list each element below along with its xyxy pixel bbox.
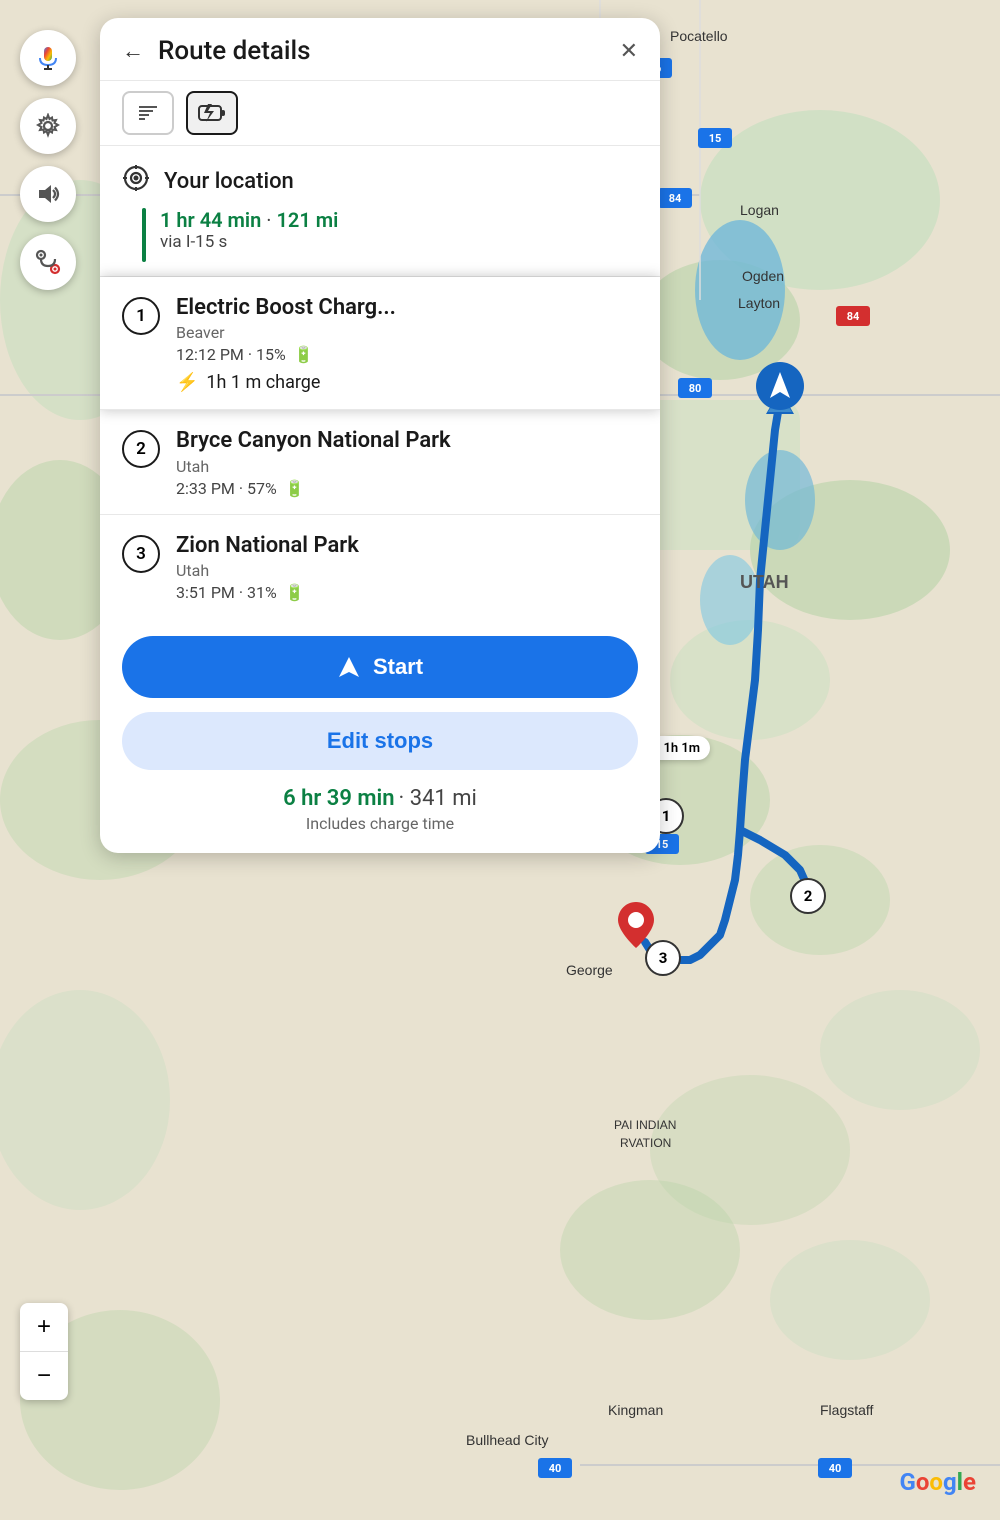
map-label-layton: Layton: [738, 295, 780, 311]
google-logo: Google: [900, 1468, 977, 1496]
map-label-bullhead: Bullhead City: [466, 1432, 549, 1448]
hw-badge-40-left: 40: [538, 1458, 572, 1478]
close-icon: ✕: [620, 38, 638, 63]
stop-number-3: 3: [122, 535, 160, 573]
volume-icon: [35, 181, 61, 207]
stop-item-1: 1 Electric Boost Charg... Beaver 12:12 P…: [100, 277, 660, 410]
charge-row-1: ⚡ 1h 1 m charge: [176, 372, 638, 393]
hw-badge-84-right: 84: [836, 306, 870, 326]
hw-badge-15-top: 15: [698, 128, 732, 148]
stop-sub-1: Beaver: [176, 323, 638, 342]
close-button[interactable]: ✕: [620, 38, 638, 64]
stop-sub-3: Utah: [176, 561, 638, 580]
panel-title: Route details: [158, 36, 620, 66]
toolbar: [100, 81, 660, 146]
hw-badge-84-left: 84: [658, 188, 692, 208]
edit-stops-button[interactable]: Edit stops: [122, 712, 638, 770]
nav-arrow: [756, 362, 804, 410]
total-info: 6 hr 39 min · 341 mi Includes charge tim…: [122, 786, 638, 833]
route-time: 1 hr 44 min · 121 mi: [160, 208, 338, 232]
stop-detail-1: 12:12 PM · 15% 🔋: [176, 345, 638, 364]
gear-icon: [35, 113, 61, 139]
microphone-button[interactable]: [20, 30, 76, 86]
route-button[interactable]: [20, 234, 76, 290]
map-label-ogden: Ogden: [742, 268, 784, 284]
map-label-george: George: [566, 962, 613, 978]
location-dot-icon: [122, 164, 150, 198]
destination-pin: [616, 900, 656, 950]
route-line-indicator: [142, 208, 146, 262]
your-location-label: Your location: [164, 169, 294, 194]
panel-header: ← Route details ✕: [100, 18, 660, 81]
start-button[interactable]: Start: [122, 636, 638, 698]
bottom-actions: Start Edit stops 6 hr 39 min · 341 mi In…: [100, 618, 660, 853]
ev-icon: [198, 102, 226, 124]
zoom-out-button[interactable]: −: [20, 1352, 68, 1400]
zoom-in-button[interactable]: +: [20, 1303, 68, 1351]
stop-name-2: Bryce Canyon National Park: [176, 428, 638, 454]
your-location-section: Your location 1 hr 44 min · 121 mi via I…: [100, 146, 660, 277]
stop-item-2: 2 Bryce Canyon National Park Utah 2:33 P…: [100, 410, 660, 514]
total-dist: · 341 mi: [398, 786, 476, 811]
stop-number-1: 1: [122, 297, 160, 335]
filter-button[interactable]: [122, 91, 174, 135]
route-icon: [34, 248, 62, 276]
volume-button[interactable]: [20, 166, 76, 222]
stop-number-2: 2: [122, 430, 160, 468]
microphone-icon: [35, 45, 61, 71]
back-arrow-icon: ←: [122, 38, 144, 63]
charge-text-1: 1h 1 m charge: [206, 372, 320, 393]
includes-charge-text: Includes charge time: [122, 814, 638, 833]
zoom-controls: + −: [20, 1303, 68, 1400]
map-marker-2: 2: [790, 878, 826, 914]
stop-sub-2: Utah: [176, 457, 638, 476]
total-time: 6 hr 39 min: [283, 786, 394, 811]
bolt-icon-1: ⚡: [176, 372, 198, 393]
back-button[interactable]: ←: [122, 38, 144, 64]
stop-name-1: Electric Boost Charg...: [176, 295, 638, 321]
map-label-utah: UTAH: [740, 572, 789, 593]
stop-item-3: 3 Zion National Park Utah 3:51 PM · 31% …: [100, 515, 660, 618]
map-label-pai1: PAI INDIAN: [614, 1118, 676, 1132]
route-via: via I-15 s: [160, 232, 338, 252]
filter-icon: [136, 101, 160, 125]
map-label-pai2: RVATION: [620, 1136, 671, 1150]
map-label-logan: Logan: [740, 202, 779, 218]
map-label-pocatello: Pocatello: [670, 28, 728, 44]
hw-badge-80-right: 80: [678, 378, 712, 398]
stop-detail-3: 3:51 PM · 31% 🔋: [176, 583, 638, 602]
route-details-panel: ← Route details ✕: [100, 18, 660, 853]
stop-name-3: Zion National Park: [176, 533, 638, 559]
map-label-kingman: Kingman: [608, 1402, 663, 1418]
hw-badge-40-right: 40: [818, 1458, 852, 1478]
map-label-flagstaff: Flagstaff: [820, 1402, 873, 1418]
ev-filter-button[interactable]: [186, 91, 238, 135]
settings-button[interactable]: [20, 98, 76, 154]
navigation-icon: [337, 655, 361, 679]
stop-detail-2: 2:33 PM · 57% 🔋: [176, 479, 638, 498]
left-controls: [20, 30, 76, 290]
